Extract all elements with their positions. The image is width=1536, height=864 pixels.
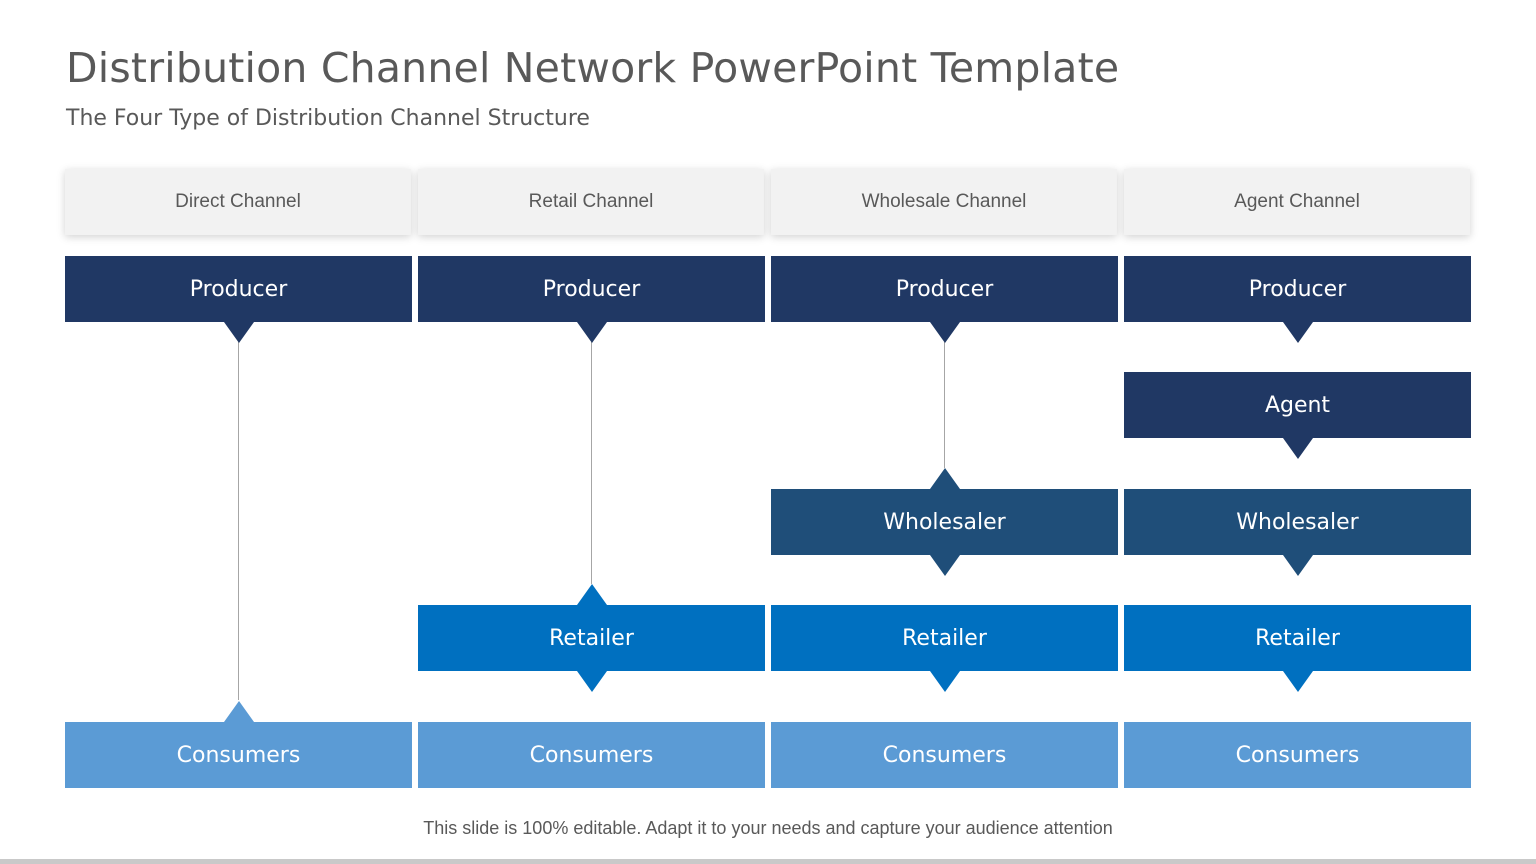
box-label: Producer — [895, 276, 994, 302]
box-label: Agent — [1264, 392, 1331, 418]
box-label: Retailer — [902, 625, 987, 651]
agent-producer-box: Producer — [1124, 256, 1471, 343]
arrow-down-icon — [1282, 438, 1313, 459]
retail-retailer-box: Retailer — [418, 584, 765, 692]
arrow-down-icon — [576, 671, 607, 692]
box-label: Retailer — [549, 625, 634, 651]
box-label: Consumers — [529, 742, 654, 768]
arrow-up-icon — [929, 468, 960, 489]
slide-subtitle: The Four Type of Distribution Channel St… — [66, 106, 590, 131]
connector-line-retail — [591, 342, 592, 584]
header-direct-channel: Direct Channel — [65, 169, 411, 235]
direct-consumers-box: Consumers — [65, 701, 412, 788]
arrow-down-icon — [576, 322, 607, 343]
agent-wholesaler-box: Wholesaler — [1124, 489, 1471, 576]
wholesale-producer-box: Producer — [771, 256, 1118, 343]
arrow-down-icon — [929, 322, 960, 343]
slide-title: Distribution Channel Network PowerPoint … — [66, 44, 1120, 92]
agent-consumers-box: Consumers — [1124, 722, 1471, 788]
footer-note: This slide is 100% editable. Adapt it to… — [423, 818, 1113, 838]
box-label: Consumers — [1235, 742, 1360, 768]
agent-retailer-box: Retailer — [1124, 605, 1471, 692]
box-label: Wholesaler — [1236, 509, 1359, 535]
wholesale-retailer-box: Retailer — [771, 605, 1118, 692]
arrow-up-icon — [223, 701, 254, 722]
retail-consumers-box: Consumers — [418, 722, 765, 788]
arrow-down-icon — [223, 322, 254, 343]
box-label: Consumers — [882, 742, 1007, 768]
wholesale-wholesaler-box: Wholesaler — [771, 468, 1118, 576]
box-label: Producer — [542, 276, 641, 302]
box-label: Wholesaler — [883, 509, 1006, 535]
arrow-down-icon — [929, 555, 960, 576]
wholesale-consumers-box: Consumers — [771, 722, 1118, 788]
arrow-down-icon — [929, 671, 960, 692]
connector-line-direct — [238, 342, 239, 700]
retail-producer-box: Producer — [418, 256, 765, 343]
header-agent-channel: Agent Channel — [1124, 169, 1470, 235]
arrow-down-icon — [1282, 322, 1313, 343]
box-label: Producer — [1248, 276, 1347, 302]
header-retail-channel: Retail Channel — [418, 169, 764, 235]
arrow-up-icon — [576, 584, 607, 605]
arrow-down-icon — [1282, 671, 1313, 692]
agent-agent-box: Agent — [1124, 372, 1471, 459]
box-label: Retailer — [1255, 625, 1340, 651]
header-wholesale-channel: Wholesale Channel — [771, 169, 1117, 235]
box-label: Consumers — [176, 742, 301, 768]
box-label: Producer — [189, 276, 288, 302]
arrow-down-icon — [1282, 555, 1313, 576]
direct-producer-box: Producer — [65, 256, 412, 343]
connector-line-wholesale — [944, 342, 945, 468]
bottom-bar — [0, 859, 1536, 864]
